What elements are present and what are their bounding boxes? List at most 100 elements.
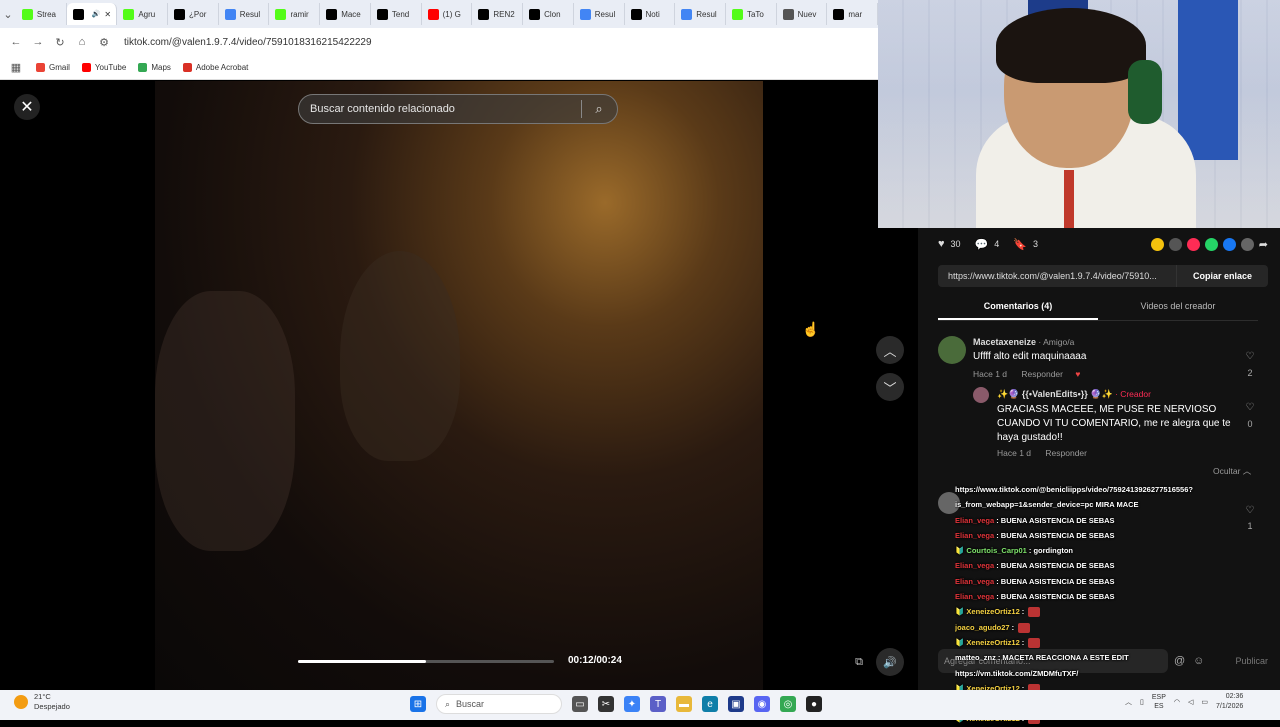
avatar[interactable] [938,336,966,364]
hide-replies-button[interactable]: Ocultar ︿ [1213,465,1251,477]
share-option-icon[interactable] [1222,237,1236,251]
taskbar-search-label: Buscar [456,699,485,709]
browser-tab[interactable]: (1) G [422,3,473,25]
avatar[interactable] [973,387,989,403]
browser-tab[interactable]: Resul [675,3,726,25]
close-tab-icon[interactable]: ✕ [104,10,111,19]
picture-in-picture-icon[interactable]: ⧉ [850,653,868,671]
video-stats-row: ♥ 30 💬 4 🔖 3 ➦ [938,236,1268,252]
reply-button[interactable]: Responder [1021,369,1063,379]
browser-tab[interactable]: Clon [523,3,574,25]
tray-overflow-icon[interactable]: ︿ [1125,697,1132,707]
close-button[interactable]: ✕ [14,94,40,120]
chat-message: Elian_vega: BUENA ASISTENCIA DE SEBAS [955,528,1255,543]
share-option-icon[interactable] [1204,237,1218,251]
weather-widget[interactable]: 21°C Despejado [14,692,70,712]
site-info-icon[interactable]: ⚙ [96,34,112,50]
previous-video-button[interactable]: ︿ [876,336,904,364]
input-language[interactable]: ESP ES [1152,693,1166,711]
related-search-bar: ⌕ [298,94,618,124]
obs-icon[interactable]: ● [806,696,822,712]
video-progress-bar[interactable] [298,660,554,663]
teams-icon[interactable]: T [650,696,666,712]
browser-tab[interactable]: Tend [371,3,422,25]
store-icon[interactable]: ▣ [728,696,744,712]
forward-icon[interactable]: → [30,34,46,50]
video-frame[interactable] [155,81,763,690]
capcut-icon[interactable]: ✂ [598,696,614,712]
share-forward-icon[interactable]: ➦ [1259,238,1268,251]
video-figure-left [155,291,295,551]
search-icon[interactable]: ⌕ [582,101,616,117]
file-explorer-icon[interactable]: ▬ [676,696,692,712]
browser-tab[interactable]: Noti [625,3,676,25]
address-bar: ← → ↻ ⌂ ⚙ tiktok.com/@valen1.9.7.4/video… [0,28,878,56]
x-icon [833,8,845,20]
chat-message: 🔰 Courtois_Carp01: gordington [955,543,1255,558]
reply-username[interactable]: ✨🔮 {{•ValenEdits•}} 🔮✨ [997,389,1113,399]
chrome-icon[interactable]: ◎ [780,696,796,712]
browser-tab[interactable]: Mace [320,3,371,25]
browser-tab[interactable]: Strea [16,3,67,25]
browser-tab[interactable]: Nuev [777,3,828,25]
comment-time: Hace 1 d [973,369,1008,379]
copy-link-button[interactable]: Copiar enlace [1176,265,1268,287]
clock[interactable]: 02:36 7/1/2026 [1216,692,1243,712]
share-option-icon[interactable] [1168,237,1182,251]
chat-text: : BUENA ASISTENCIA DE SEBAS [996,561,1115,571]
save-stat[interactable]: 🔖 3 [1013,238,1038,251]
volume-icon[interactable]: 🔊 [876,648,904,676]
heart-icon: ♥ [938,238,945,250]
bookmark-item[interactable]: YouTube [81,63,126,72]
speaker-icon[interactable]: ◁ [1188,698,1193,706]
wifi-icon[interactable]: ◠ [1174,698,1180,706]
share-link-text[interactable]: https://www.tiktok.com/@valen1.9.7.4/vid… [938,265,1176,287]
comment-username[interactable]: Macetaxeneize [973,337,1036,347]
share-option-icon[interactable] [1150,237,1164,251]
reload-icon[interactable]: ↻ [52,34,68,50]
edge-icon[interactable]: e [702,696,718,712]
bookmark-item[interactable]: Adobe Acrobat [182,63,248,72]
heart-outline-icon[interactable]: ♡ [1243,402,1257,413]
comment-stat[interactable]: 💬 4 [975,238,1000,251]
taskbar-search[interactable]: ⌕ Buscar [436,694,562,714]
share-option-icon[interactable] [1240,237,1254,251]
url-text[interactable]: tiktok.com/@valen1.9.7.4/video/759101831… [124,37,372,48]
browser-tab[interactable]: Resul [574,3,625,25]
chat-text: https://vm.tiktok.com/ZMDMfuTXF/ [955,668,1079,678]
back-icon[interactable]: ← [8,34,24,50]
tab-creator-videos[interactable]: Videos del creador [1098,298,1258,320]
browser-tab[interactable]: Agru [117,3,169,25]
browser-tab[interactable]: Resul [219,3,270,25]
copilot-icon[interactable]: ✦ [624,696,640,712]
next-video-button[interactable]: ﹀ [876,373,904,401]
audio-playing-icon[interactable]: 🔊 [92,10,101,18]
browser-tab[interactable]: ramir [269,3,321,25]
bookmark-item[interactable]: Maps [138,63,171,72]
home-icon[interactable]: ⌂ [74,34,90,50]
heart-outline-icon[interactable]: ♡ [1243,351,1257,362]
browser-tab[interactable]: mar [827,3,879,25]
tab-search-icon[interactable]: ⌄ [0,6,16,22]
discord-icon[interactable]: ◉ [754,696,770,712]
related-search-input[interactable] [299,103,581,115]
browser-tab[interactable]: REN2 [472,3,524,25]
chat-username: Elian_vega [955,576,995,586]
chat-message: is_from_webapp=1&sender_device=pc MIRA M… [955,497,1255,512]
share-option-icon[interactable] [1186,237,1200,251]
task-view-icon[interactable]: ▭ [572,696,588,712]
tab-comments[interactable]: Comentarios (4) [938,298,1098,320]
browser-tab[interactable]: ¿Por [168,3,219,25]
battery-icon[interactable]: ▭ [1201,698,1208,706]
apps-grid-icon[interactable]: ▦ [8,60,24,76]
weather-text: 21°C Despejado [34,692,70,712]
stream-chat-overlay: https://www.tiktok.com/@benicliipps/vide… [955,482,1255,725]
reply-button[interactable]: Responder [1045,448,1087,458]
browser-tab[interactable]: 🔊 ✕ [66,3,118,25]
bookmark-item[interactable]: Gmail [36,63,70,72]
windows-start-icon[interactable]: ⊞ [410,696,426,712]
like-stat[interactable]: ♥ 30 [938,238,961,250]
chat-text: : [1011,622,1015,632]
browser-tab[interactable]: TaTo [726,3,777,25]
tray-device-icon[interactable]: ▯ [1140,698,1144,706]
